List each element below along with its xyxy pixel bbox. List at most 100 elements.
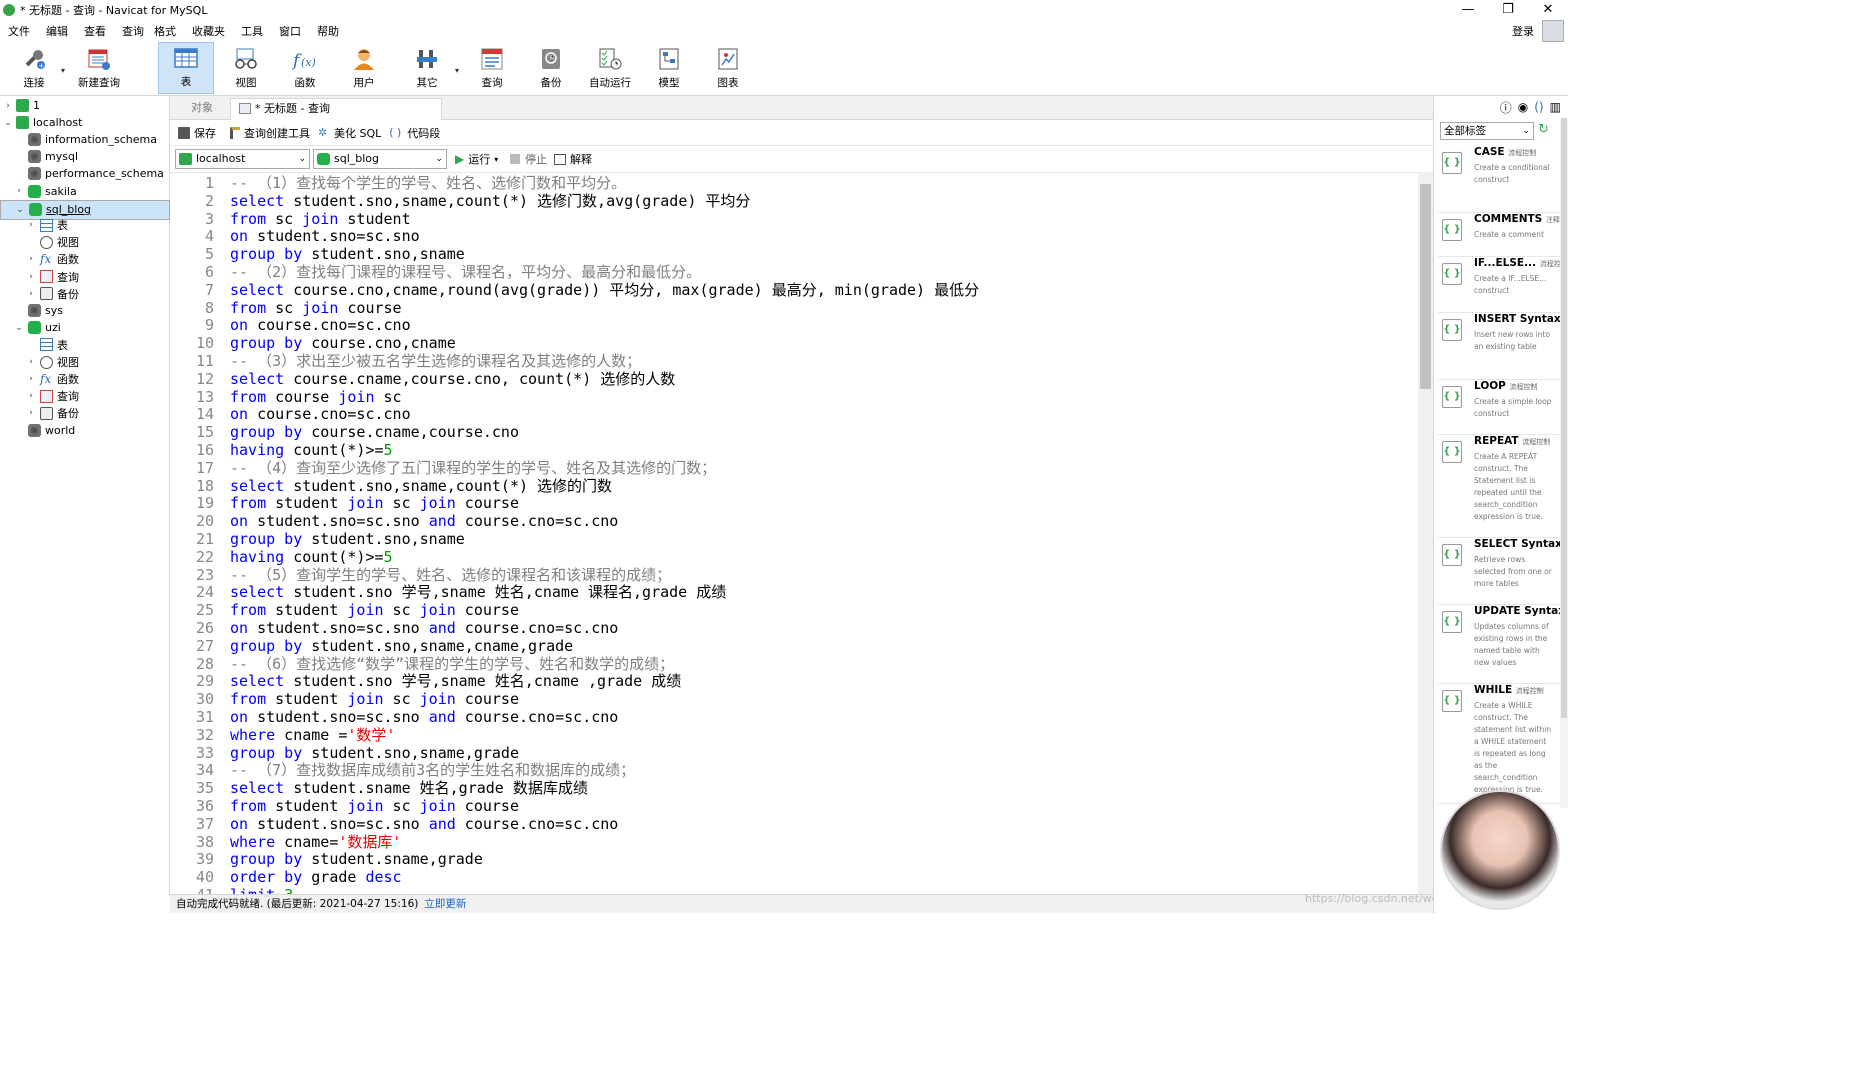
code-line[interactable]: group by student.sname,grade — [230, 850, 483, 868]
run-dropdown-icon[interactable]: ▾ — [494, 155, 498, 164]
code-line[interactable]: -- （5）查询学生的学号、姓名、选修的课程名和该课程的成绩； — [230, 566, 671, 584]
code-area[interactable]: -- （1）查找每个学生的学号、姓名、选修门数和平均分。 select stude… — [230, 173, 1410, 894]
login-link[interactable]: 登录 — [1512, 23, 1534, 39]
code-line[interactable]: -- （6）查找选修“数学”课程的学生的学号、姓名和数学的成绩； — [230, 655, 674, 673]
code-line[interactable]: from course join sc — [230, 388, 402, 406]
code-line[interactable]: select course.cname,course.cno, count(*)… — [230, 370, 675, 388]
code-line[interactable]: on course.cno=sc.cno — [230, 316, 411, 334]
chevron-right-icon[interactable]: › — [26, 391, 36, 401]
code-line[interactable]: having count(*)>=5 — [230, 441, 393, 459]
code-line[interactable]: group by student.sno,sname — [230, 530, 465, 548]
code-line[interactable]: on student.sno=sc.sno and course.cno=sc.… — [230, 512, 618, 530]
tree-item[interactable]: performance_schema — [0, 165, 170, 182]
snippet-scrollbar[interactable] — [1560, 118, 1568, 808]
other-dropdown-icon[interactable]: ▾ — [455, 66, 459, 75]
snippet-item[interactable]: { } LOOP 流程控制 Create a simple loop constru… — [1438, 380, 1560, 435]
snippet-item[interactable]: { } WHILE 流程控制 Create a WHILE construct. T… — [1438, 684, 1560, 804]
minimize-button[interactable]: — — [1448, 0, 1488, 20]
sql-editor[interactable]: 1 2 3 4 5 6 7 8 9 10 11 12 13 14 15 16 17 18 19 20 21 22 23 24 2… — [170, 172, 1433, 894]
code-line[interactable]: select student.sno,sname,count(*) 选修的门数 — [230, 477, 612, 495]
tree-item[interactable]: › fx 函数 — [0, 251, 170, 268]
code-line[interactable]: from student join sc join course — [230, 494, 519, 512]
eye-icon[interactable]: ◉ — [1518, 100, 1528, 114]
user-avatar-icon[interactable] — [1542, 20, 1564, 42]
code-line[interactable]: select student.sno 学号,sname 姓名,cname ,gr… — [230, 672, 681, 690]
code-line[interactable]: group by student.sno,sname — [230, 245, 465, 263]
code-line[interactable]: on student.sno=sc.sno and course.cno=sc.… — [230, 815, 618, 833]
chevron-right-icon[interactable]: › — [26, 374, 36, 384]
tree-item[interactable]: ⌄ uzi — [0, 319, 170, 336]
code-snippet-button[interactable]: ( ) 代码段 — [389, 125, 440, 141]
toolbar-backup-button[interactable]: 备份 — [523, 42, 579, 94]
code-line[interactable]: where cname='数据库' — [230, 833, 401, 851]
tree-item[interactable]: › 查询 — [0, 268, 170, 285]
maximize-button[interactable]: ❐ — [1488, 0, 1528, 20]
database-select[interactable]: sql_blog ⌄ — [313, 149, 447, 169]
query-builder-button[interactable]: 查询创建工具 — [230, 125, 310, 141]
tree-item[interactable]: 表 — [0, 336, 170, 353]
connection-select[interactable]: localhost ⌄ — [175, 149, 310, 169]
tree-item[interactable]: world — [0, 422, 170, 439]
code-line[interactable]: -- （7）查找数据库成绩前3名的学生姓名和数据库的成绩； — [230, 761, 635, 779]
code-line[interactable]: group by student.sno,sname,grade — [230, 744, 519, 762]
toolbar-other-button[interactable]: 其它 — [399, 42, 455, 94]
update-now-link[interactable]: 立即更新 — [424, 898, 466, 910]
beautify-sql-button[interactable]: ✲ 美化 SQL — [318, 125, 381, 141]
scrollbar-thumb[interactable] — [1420, 184, 1431, 389]
toolbar-view-button[interactable]: 视图 — [218, 42, 274, 94]
code-line[interactable]: from student join sc join course — [230, 797, 519, 815]
tree-item[interactable]: ⌄ localhost — [0, 114, 170, 131]
tree-item[interactable]: sys — [0, 302, 170, 319]
tree-item[interactable]: › 查询 — [0, 388, 170, 405]
code-line[interactable]: order by grade desc — [230, 868, 402, 886]
code-line[interactable]: -- （4）查询至少选修了五门课程的学生的学号、姓名及其选修的门数； — [230, 459, 716, 477]
code-line[interactable]: on student.sno=sc.sno and course.cno=sc.… — [230, 619, 618, 637]
toolbar-table-button[interactable]: 表 — [158, 42, 214, 94]
code-line[interactable]: group by student.sno,sname,cname,grade — [230, 637, 573, 655]
toolbar-user-button[interactable]: 用户 — [336, 42, 392, 94]
save-button[interactable]: 保存 — [178, 125, 216, 141]
tree-item[interactable]: › 备份 — [0, 285, 170, 302]
toolbar-query-button[interactable]: 查询 — [464, 42, 520, 94]
connect-dropdown-icon[interactable]: ▾ — [61, 66, 65, 75]
code-line[interactable]: -- （3）求出至少被五名学生选修的课程名及其选修的人数； — [230, 352, 641, 370]
code-line[interactable]: where cname ='数学' — [230, 726, 395, 744]
menu-help[interactable]: 帮助 — [309, 23, 347, 39]
snippet-item[interactable]: { } CASE 流程控制 Create a conditional constru… — [1438, 146, 1560, 213]
toolbar-function-button[interactable]: f (x) 函数 — [277, 42, 333, 94]
tree-item[interactable]: 视图 — [0, 234, 170, 251]
code-line[interactable]: -- （2）查找每门课程的课程号、课程名，平均分、最高分和最低分。 — [230, 263, 701, 281]
editor-vertical-scrollbar[interactable] — [1418, 172, 1433, 894]
chevron-right-icon[interactable]: › — [26, 357, 36, 367]
code-line[interactable]: having count(*)>=5 — [230, 548, 393, 566]
tree-item[interactable]: mysql — [0, 148, 170, 165]
tree-item[interactable]: › 1 — [0, 97, 170, 114]
menu-query[interactable]: 查询 — [114, 23, 146, 39]
columns-icon[interactable]: ▥ — [1550, 100, 1561, 114]
tree-item[interactable]: › 表 — [0, 217, 170, 234]
scrollbar-thumb[interactable] — [1561, 118, 1567, 718]
menu-format[interactable]: 格式 — [146, 23, 184, 39]
snippet-item[interactable]: { } UPDATE Syntax Updates columns of exis… — [1438, 605, 1565, 684]
snippet-item[interactable]: { } INSERT Syntax DML Insert new rows into… — [1438, 313, 1568, 380]
menu-tools[interactable]: 工具 — [233, 23, 271, 39]
snippet-item[interactable]: { } IF...ELSE... 流程控制 Create a IF...ELSE..… — [1438, 257, 1568, 313]
tree-item[interactable]: › 视图 — [0, 354, 170, 371]
chevron-right-icon[interactable]: › — [14, 186, 24, 196]
menu-view[interactable]: 查看 — [76, 23, 114, 39]
code-line[interactable]: limit 3 — [230, 886, 293, 894]
snippet-item[interactable]: { } SELECT Syntax DML Retrieve rows select… — [1438, 538, 1568, 605]
chevron-down-icon[interactable]: ⌄ — [14, 323, 24, 333]
chevron-right-icon[interactable]: › — [26, 408, 36, 418]
tree-item[interactable]: information_schema — [0, 131, 170, 148]
menu-edit[interactable]: 编辑 — [38, 23, 76, 39]
code-line[interactable]: on student.sno=sc.sno — [230, 227, 420, 245]
explain-button[interactable]: 解释 — [554, 151, 592, 167]
chevron-right-icon[interactable]: › — [26, 289, 36, 299]
menu-window[interactable]: 窗口 — [271, 23, 309, 39]
code-line[interactable]: select course.cno,cname,round(avg(grade)… — [230, 281, 979, 299]
code-line[interactable]: from sc join student — [230, 210, 411, 228]
tag-filter-select[interactable]: 全部标签 ⌄ — [1440, 122, 1534, 140]
code-line[interactable]: select student.sno,sname,count(*) 选修门数,a… — [230, 192, 750, 210]
code-line[interactable]: select student.sname 姓名,grade 数据库成绩 — [230, 779, 588, 797]
